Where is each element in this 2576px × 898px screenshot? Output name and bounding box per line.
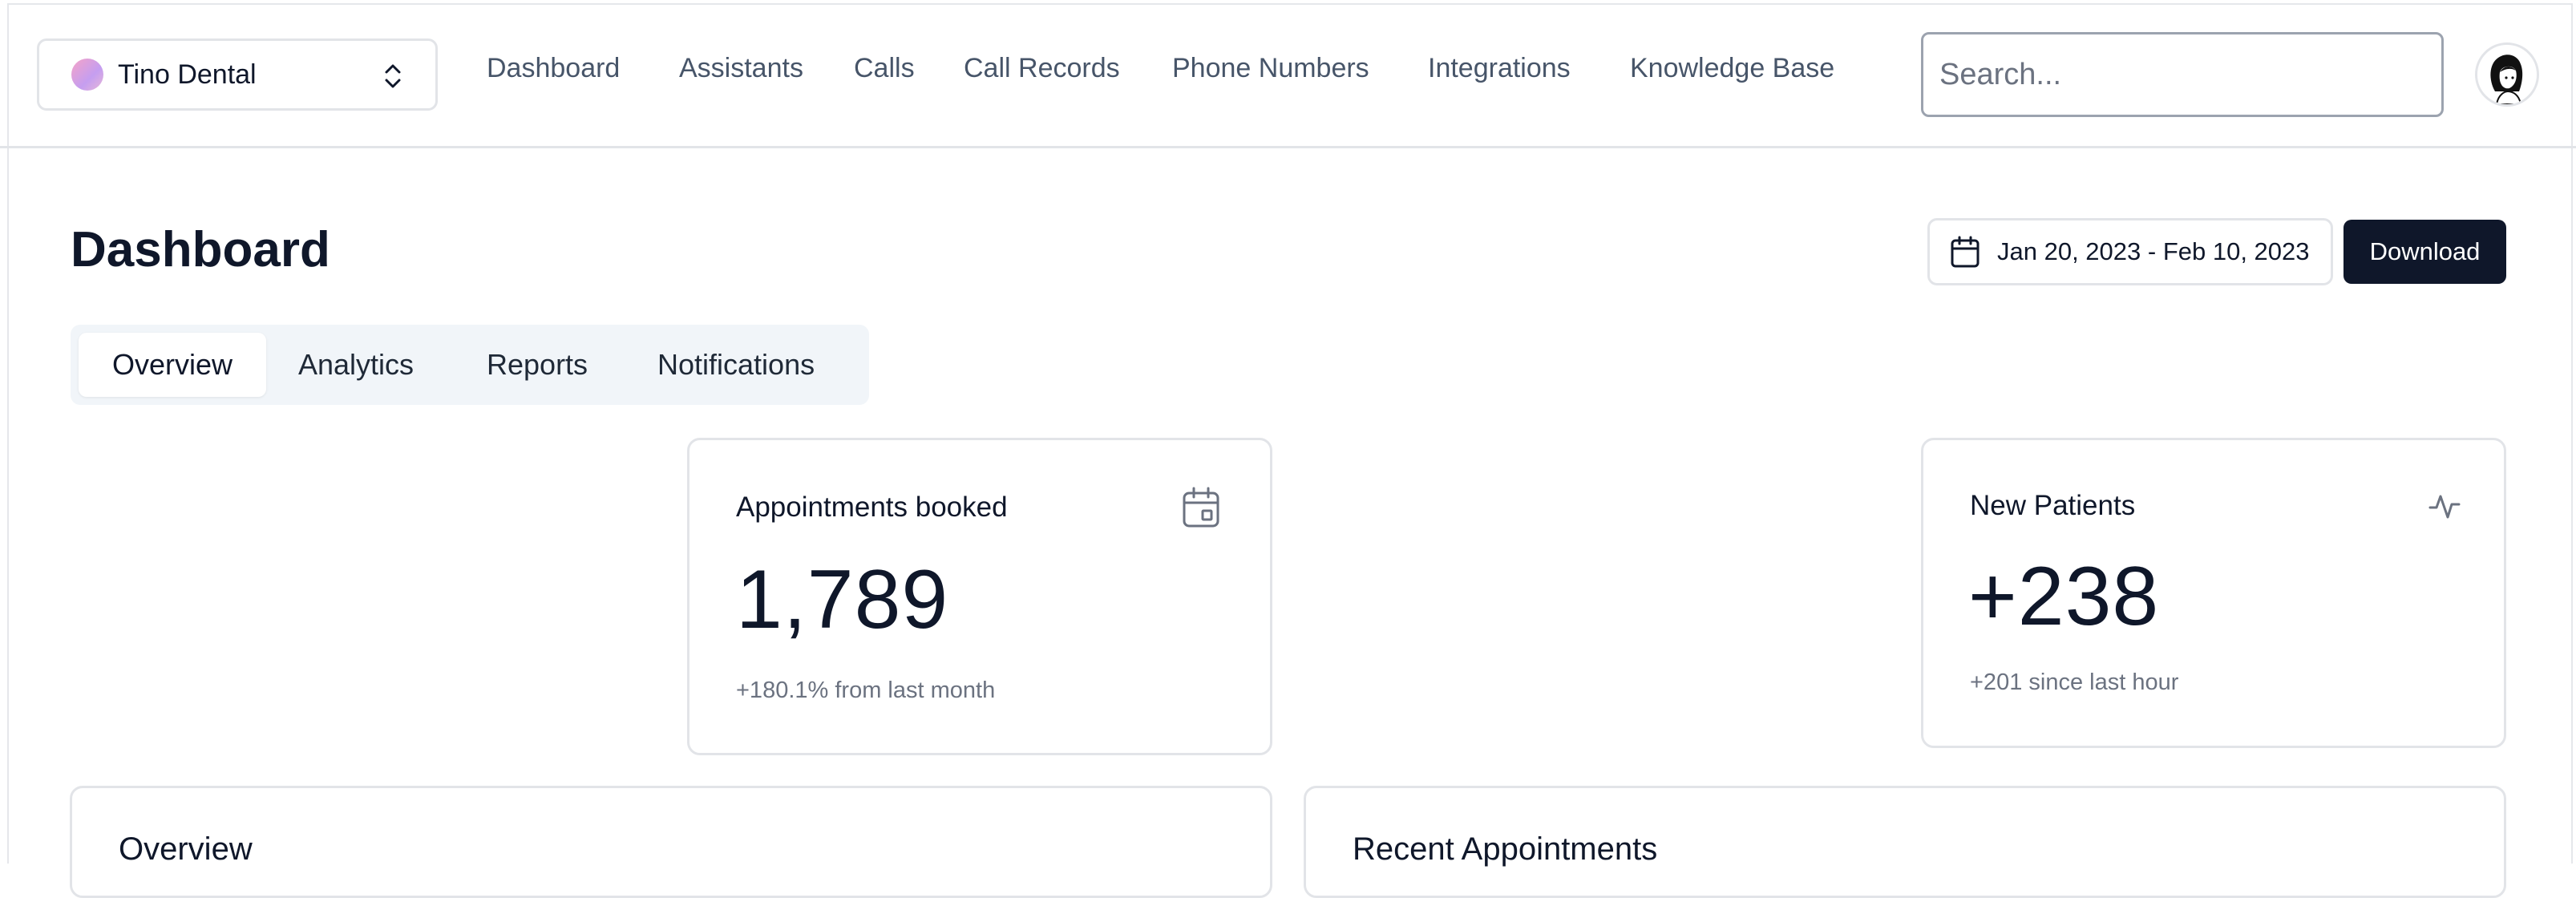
- nav-item-integrations[interactable]: Integrations: [1428, 53, 1571, 84]
- tab-overview[interactable]: Overview: [79, 333, 266, 397]
- org-switcher[interactable]: Tino Dental: [37, 38, 438, 111]
- overview-panel: Overview: [70, 786, 1272, 898]
- date-range-label: Jan 20, 2023 - Feb 10, 2023: [1997, 237, 2310, 265]
- tab-reports[interactable]: Reports: [487, 333, 588, 397]
- card-subtext: +201 since last hour: [1970, 669, 2179, 695]
- nav-item-assistants[interactable]: Assistants: [679, 53, 803, 84]
- org-name: Tino Dental: [118, 59, 257, 90]
- page-title: Dashboard: [71, 222, 330, 277]
- calendar-icon: [1951, 236, 1980, 268]
- nav-item-calls[interactable]: Calls: [854, 53, 915, 84]
- nav-item-phone-numbers[interactable]: Phone Numbers: [1172, 53, 1369, 84]
- card-title: New Patients: [1970, 490, 2136, 521]
- panel-title: Overview: [119, 831, 253, 867]
- appointments-booked-card: Appointments booked 1,789 +180.1% from l…: [687, 438, 1272, 755]
- nav-item-knowledge-base[interactable]: Knowledge Base: [1630, 53, 1834, 84]
- dashboard-tabs: Overview Analytics Reports Notifications: [71, 325, 869, 405]
- user-avatar-icon: [2490, 55, 2523, 104]
- new-patients-card: New Patients +238 +201 since last hour: [1921, 438, 2506, 748]
- card-value: +238: [1968, 550, 2160, 643]
- nav-item-call-records[interactable]: Call Records: [964, 53, 1120, 84]
- nav-item-dashboard[interactable]: Dashboard: [487, 53, 620, 84]
- recent-appointments-panel: Recent Appointments: [1304, 786, 2506, 898]
- chevrons-up-down-icon: [385, 64, 401, 88]
- tab-analytics[interactable]: Analytics: [298, 333, 414, 397]
- card-title: Appointments booked: [736, 491, 1008, 523]
- calendar-icon: [1183, 487, 1219, 528]
- card-subtext: +180.1% from last month: [736, 678, 996, 703]
- search-input[interactable]: [1921, 32, 2444, 117]
- top-navbar: Tino Dental Dashboard Assistants Calls C…: [0, 0, 2576, 148]
- tab-notifications[interactable]: Notifications: [657, 333, 815, 397]
- card-value: 1,789: [736, 553, 949, 646]
- user-avatar[interactable]: [2475, 42, 2539, 107]
- date-range-picker[interactable]: Jan 20, 2023 - Feb 10, 2023: [1927, 218, 2333, 285]
- download-button[interactable]: Download: [2343, 220, 2506, 284]
- panel-title: Recent Appointments: [1353, 831, 1658, 867]
- activity-icon: [2428, 495, 2461, 519]
- org-avatar: [71, 59, 103, 91]
